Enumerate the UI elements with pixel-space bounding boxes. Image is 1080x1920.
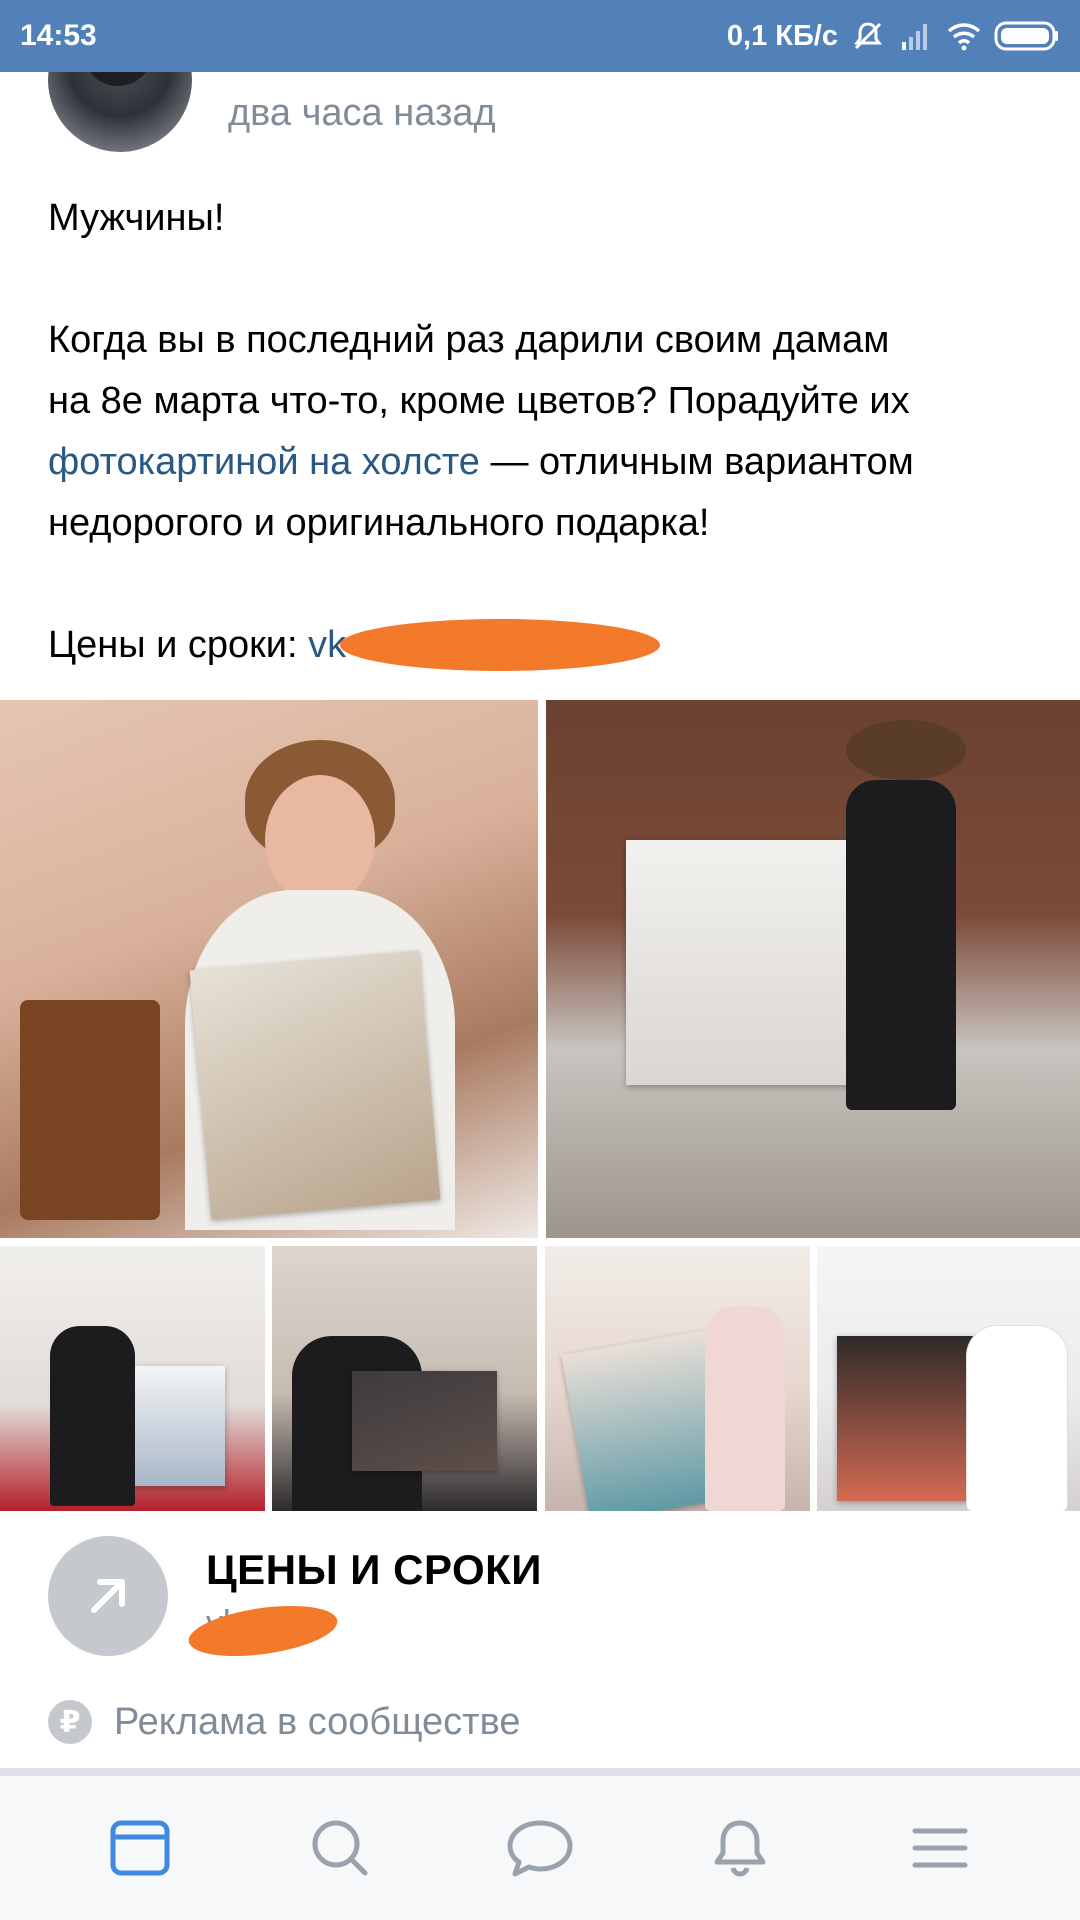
- ruble-icon: ₽: [48, 1700, 92, 1744]
- post-line-3: фотокартиной на холсте — отличным вариан…: [48, 432, 1038, 493]
- signal-icon: [902, 24, 927, 50]
- post-photo-4[interactable]: [272, 1246, 537, 1511]
- bottom-navigation: [0, 1776, 1080, 1920]
- nav-messages-button[interactable]: [495, 1803, 585, 1893]
- arrow-up-right-icon: [91, 1579, 125, 1613]
- post-line-2: на 8е марта что-то, кроме цветов? Пораду…: [48, 380, 910, 422]
- status-bar: 14:53 0,1 КБ/с: [0, 0, 1080, 72]
- post-text: Мужчины! Когда вы в последний раз дарили…: [48, 188, 1038, 676]
- wifi-icon: [947, 23, 981, 51]
- menu-icon: [912, 1828, 968, 1868]
- external-link-button[interactable]: [48, 1536, 168, 1656]
- search-icon: [312, 1820, 368, 1876]
- post-line-4: недорогого и оригинального подарка!: [48, 502, 710, 544]
- nav-news-button[interactable]: [95, 1803, 185, 1893]
- post-photo-5[interactable]: [545, 1246, 810, 1511]
- ad-label: Реклама в сообществе: [114, 1700, 521, 1743]
- mute-icon: [854, 22, 882, 50]
- battery-icon: [994, 21, 1058, 51]
- post-photo-3[interactable]: [0, 1246, 265, 1511]
- post-photo-1[interactable]: [0, 700, 538, 1238]
- post-greeting: Мужчины!: [48, 197, 225, 239]
- post-time: два часа назад: [228, 92, 496, 134]
- divider: [0, 1768, 1080, 1776]
- post-prices: Цены и сроки: vk: [48, 615, 1038, 676]
- ad-label-row: ₽ Реклама в сообществе: [48, 1700, 520, 1744]
- nav-notifications-button[interactable]: [695, 1803, 785, 1893]
- redaction-mark: [340, 618, 661, 671]
- status-time: 14:53: [20, 19, 97, 52]
- post-line-1: Когда вы в последний раз дарили своим да…: [48, 319, 890, 361]
- canvas-photo-link[interactable]: фотокартиной на холсте: [48, 441, 480, 483]
- link-title[interactable]: ЦЕНЫ И СРОКИ: [206, 1546, 542, 1594]
- network-speed: 0,1 КБ/с: [726, 19, 838, 52]
- prices-label: Цены и сроки:: [48, 624, 309, 666]
- news-icon: [110, 1820, 170, 1876]
- post-photo-6[interactable]: [817, 1246, 1080, 1511]
- post-line-3-rest: — отличным вариантом: [479, 441, 914, 483]
- notifications-icon: [714, 1820, 766, 1877]
- post-photo-2[interactable]: [546, 700, 1080, 1238]
- link-attachment[interactable]: ЦЕНЫ И СРОКИ vk.me: [48, 1536, 1032, 1665]
- nav-search-button[interactable]: [295, 1803, 385, 1893]
- nav-menu-button[interactable]: [895, 1803, 985, 1893]
- messages-icon: [507, 1820, 573, 1877]
